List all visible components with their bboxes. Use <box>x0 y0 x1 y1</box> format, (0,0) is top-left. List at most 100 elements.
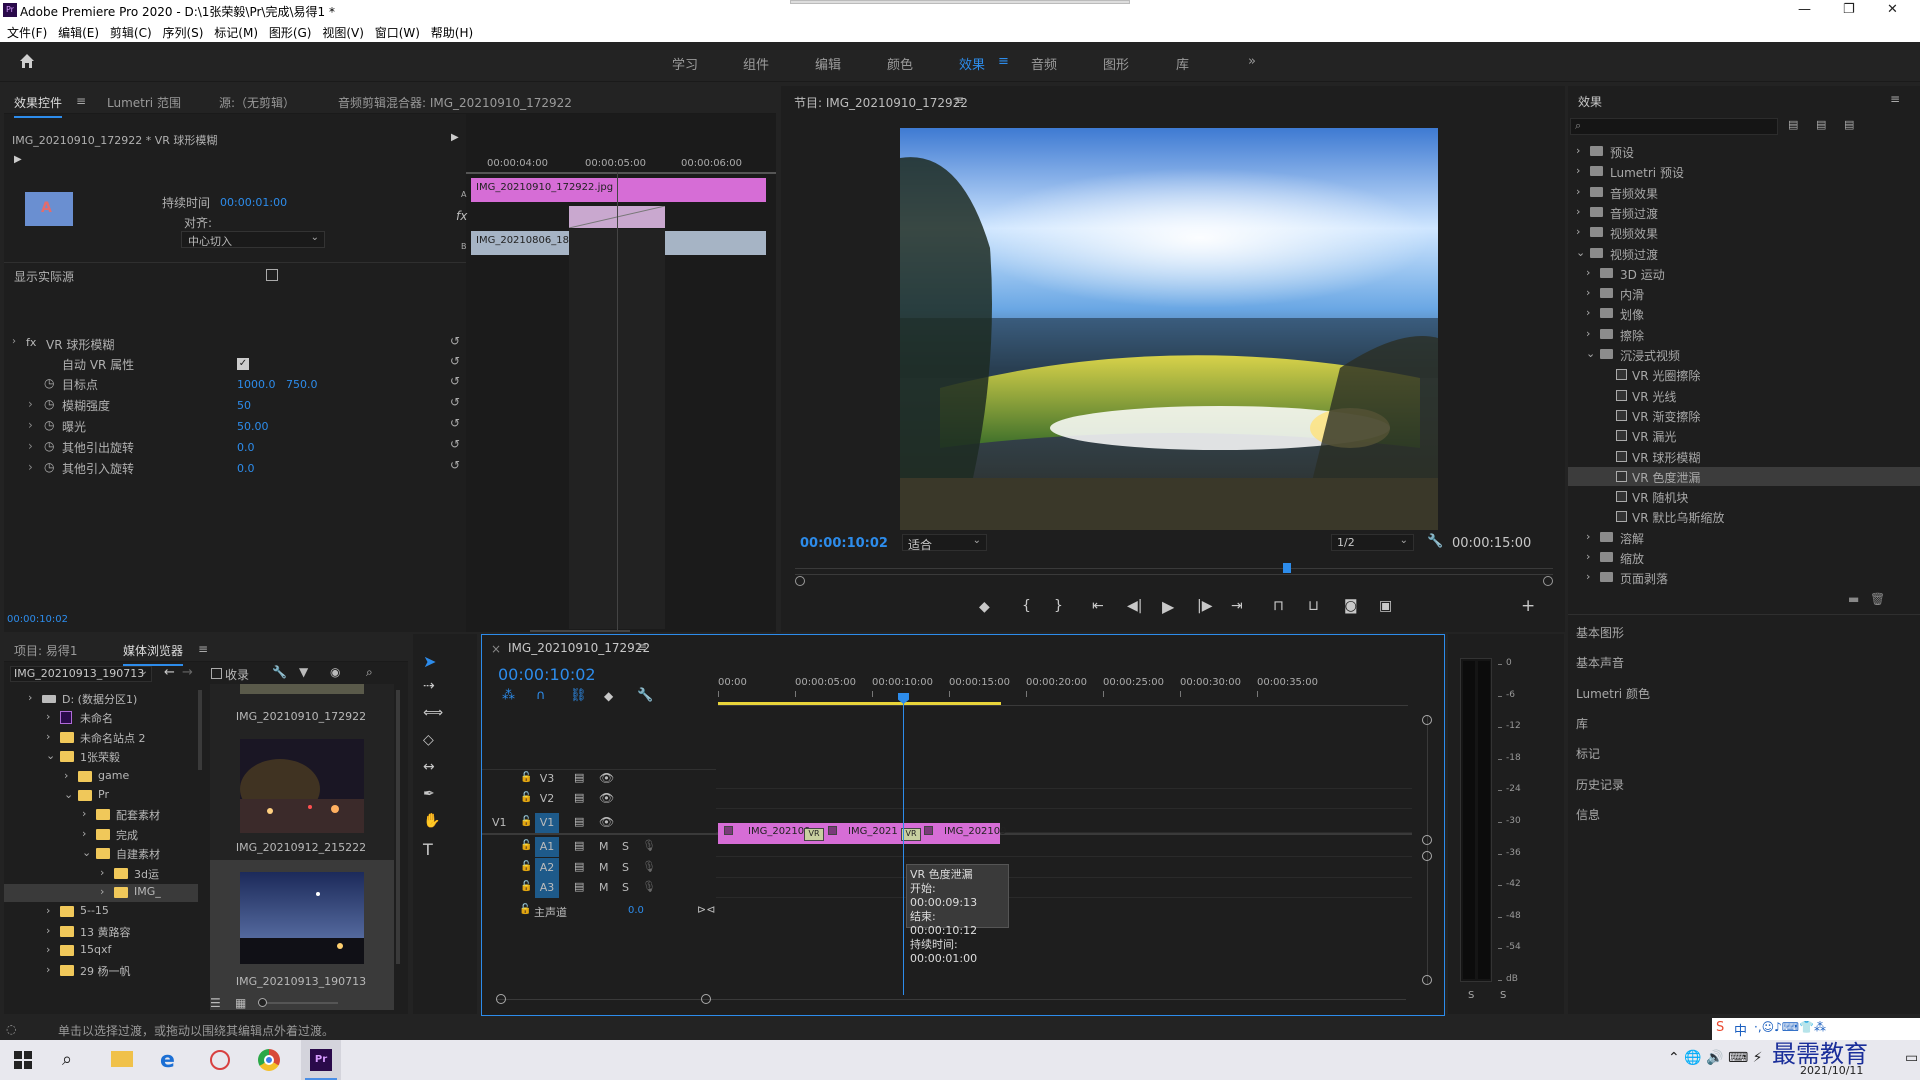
panel-header[interactable]: 历史记录 <box>1576 776 1624 793</box>
effects-tree-row[interactable]: VR 光圈擦除 <box>1568 365 1920 384</box>
thumb-image[interactable] <box>240 872 364 964</box>
folder-tree-row[interactable]: › 配套素材 <box>4 806 198 824</box>
transition-badge[interactable]: VR <box>901 828 921 841</box>
sequence-menu-icon[interactable]: ≡ <box>637 640 647 654</box>
target-point-x[interactable]: 1000.0 <box>237 378 276 391</box>
panel-header[interactable]: 标记 <box>1576 745 1600 762</box>
blur-strength-value[interactable]: 50 <box>237 399 251 412</box>
mini-scrollbar[interactable] <box>530 630 630 632</box>
compare-view-icon[interactable]: ▣ <box>1379 598 1392 614</box>
effects-tree-row[interactable]: VR 色度泄漏 <box>1568 466 1920 486</box>
clock[interactable]: 最需教育 2021/10/11 <box>1760 1040 1900 1080</box>
duration-value[interactable]: 00:00:01:00 <box>220 196 287 209</box>
effects-tree-row[interactable]: › 视频效果 <box>1568 223 1920 242</box>
go-to-out-icon[interactable]: ⇥ <box>1231 598 1243 614</box>
track-label[interactable]: A3 <box>535 878 559 898</box>
delete-icon[interactable]: 🗑 <box>1870 592 1885 606</box>
chevron-right-icon[interactable]: › <box>1586 266 1590 279</box>
track-label[interactable]: A2 <box>535 858 559 878</box>
solo-left-button[interactable]: S <box>1468 990 1474 1001</box>
ime-mode[interactable]: 中 <box>1734 1020 1747 1039</box>
step-back-icon[interactable]: ◀| <box>1127 598 1142 614</box>
lock-icon[interactable]: 🔓 <box>520 772 532 783</box>
stopwatch-icon[interactable]: ◷ <box>44 376 54 390</box>
show-actual-source-checkbox[interactable] <box>266 269 278 281</box>
program-scrubber[interactable] <box>795 563 1553 586</box>
stopwatch-icon[interactable]: ◷ <box>44 397 54 411</box>
chevron-right-icon[interactable]: › <box>46 943 50 956</box>
tab-menu-icon[interactable]: ≡ <box>76 94 86 108</box>
workspace-graphics[interactable]: 图形 <box>1103 54 1129 73</box>
play-icon-small[interactable]: ▶ <box>451 132 459 143</box>
sequence-name[interactable]: IMG_20210910_172922 <box>508 641 650 655</box>
track-label[interactable]: V3 <box>535 769 559 789</box>
back-icon[interactable]: ← <box>164 665 175 680</box>
folder-tree-row[interactable]: › 3d运 <box>4 865 198 883</box>
type-tool-icon[interactable]: T <box>423 840 433 859</box>
menu-file[interactable]: 文件(F) <box>7 24 47 41</box>
pen-tool-icon[interactable]: ✒ <box>423 786 435 802</box>
effects-tree-row[interactable]: › 擦除 <box>1568 325 1920 344</box>
chevron-down-icon[interactable]: ⌄ <box>64 788 73 801</box>
chevron-right-icon[interactable]: › <box>46 924 50 937</box>
stopwatch-icon[interactable]: ◷ <box>44 439 54 453</box>
effects-tree-row[interactable]: › 音频过渡 <box>1568 203 1920 222</box>
forward-icon[interactable]: → <box>182 665 193 680</box>
thumb-scrollbar[interactable] <box>396 690 400 964</box>
play-button[interactable]: ▶ <box>1162 597 1174 616</box>
snap-icon[interactable]: ∩ <box>536 688 546 703</box>
clip-label[interactable]: IMG_202109 <box>944 826 1007 837</box>
effects-tree-row[interactable]: ⌄ 视频过渡 <box>1568 244 1920 263</box>
effects-tree-row[interactable]: VR 漏光 <box>1568 426 1920 445</box>
effects-tree-row[interactable]: › 预设 <box>1568 142 1920 161</box>
effects-search-input[interactable]: ⌕ <box>1570 118 1778 135</box>
program-menu-icon[interactable]: ≡ <box>954 93 964 107</box>
program-video-frame[interactable] <box>900 128 1438 530</box>
chevron-down-icon[interactable]: ⌄ <box>46 749 55 762</box>
extract-icon[interactable]: ⊔ <box>1308 598 1319 614</box>
home-icon[interactable] <box>18 52 36 70</box>
tab-media-browser[interactable]: 媒体浏览器 <box>123 642 184 666</box>
add-marker-icon[interactable]: ◆ <box>979 599 990 615</box>
close-tab-icon[interactable]: × <box>491 642 501 656</box>
effects-tree-row[interactable]: › Lumetri 预设 <box>1568 162 1920 181</box>
chevron-right-icon[interactable]: › <box>46 904 50 917</box>
h-scrollbar[interactable] <box>496 994 1406 1004</box>
new-bin-icon[interactable]: ▬ <box>1848 592 1859 606</box>
resolution-dropdown[interactable]: 1/2 ⌄ <box>1331 534 1414 551</box>
solo-button[interactable]: S <box>622 881 629 894</box>
chevron-right-icon[interactable]: › <box>82 807 86 820</box>
folder-tree-row[interactable]: › 完成 <box>4 826 198 844</box>
effects-tree-row[interactable]: VR 球形模糊 <box>1568 447 1920 466</box>
accelerated-effects-icon[interactable]: ▤ <box>1788 118 1798 131</box>
chevron-right-icon[interactable]: › <box>1576 144 1580 157</box>
stopwatch-icon[interactable]: ◷ <box>44 460 54 474</box>
workspace-learn[interactable]: 学习 <box>672 54 698 73</box>
v1-source-patch[interactable]: V1 <box>492 816 507 829</box>
tray-icons[interactable]: ⌃ 🌐 🔊 ⌨ ⚡ <box>1668 1050 1762 1066</box>
menu-help[interactable]: 帮助(H) <box>431 24 473 41</box>
master-value[interactable]: 0.0 <box>628 905 644 916</box>
track-label[interactable]: V1 <box>535 813 559 833</box>
menu-window[interactable]: 窗口(W) <box>375 24 420 41</box>
track-select-tool-icon[interactable]: ⇢ <box>423 678 435 694</box>
chevron-right-icon[interactable]: › <box>1586 570 1590 583</box>
chevron-right-icon[interactable]: › <box>1576 205 1580 218</box>
sync-lock-icon[interactable]: ▤ <box>574 860 584 873</box>
program-timecode[interactable]: 00:00:10:02 <box>800 536 888 551</box>
media-location-dropdown[interactable]: IMG_20210913_190713 ⌄ <box>10 666 152 682</box>
close-button[interactable]: ✕ <box>1887 2 1898 17</box>
effects-tree-row[interactable]: › 页面剥落 <box>1568 568 1920 587</box>
thumb-image[interactable] <box>240 739 364 833</box>
auto-vr-checkbox[interactable]: ✓ <box>237 358 249 370</box>
reset-icon[interactable]: ↺ <box>450 416 460 430</box>
lock-icon[interactable]: 🔓 <box>520 861 532 872</box>
eye-icon[interactable]: 👁 <box>599 791 614 805</box>
timeline-settings-icon[interactable]: 🔧 <box>637 688 653 703</box>
workspace-libraries[interactable]: 库 <box>1176 54 1189 73</box>
chevron-down-icon[interactable]: ⌄ <box>82 846 91 859</box>
menu-graphics[interactable]: 图形(G) <box>269 24 312 41</box>
wrench-icon[interactable]: 🔧 <box>1427 534 1443 549</box>
chevron-right-icon[interactable]: › <box>1576 164 1580 177</box>
sync-lock-icon[interactable]: ▤ <box>574 771 584 784</box>
